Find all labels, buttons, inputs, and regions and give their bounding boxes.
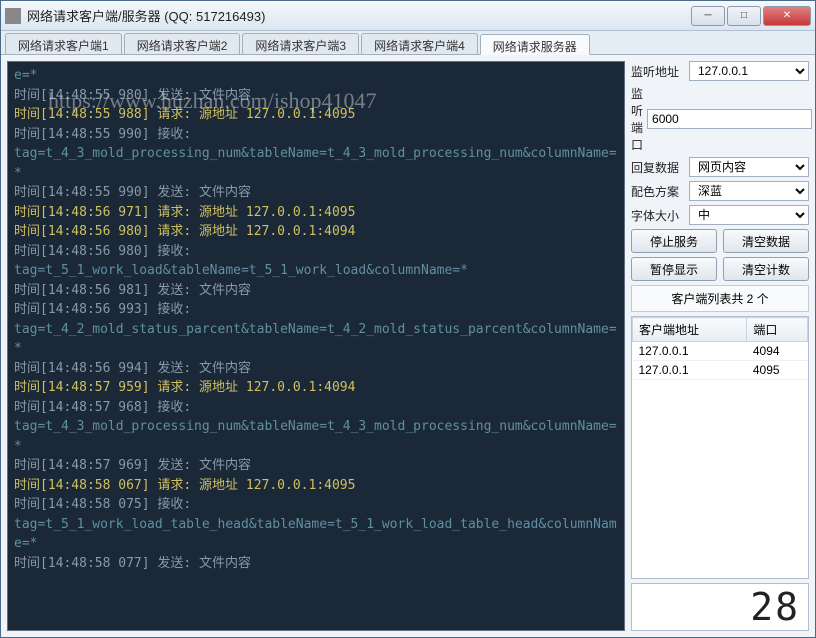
log-line: 时间[14:48:57 968] 接收: <box>14 398 618 418</box>
minimize-button[interactable]: ─ <box>691 6 725 26</box>
listen-addr-label: 监听地址 <box>631 63 685 80</box>
log-line: 时间[14:48:56 980] 请求: 源地址 127.0.0.1:4094 <box>14 222 618 242</box>
app-icon <box>5 8 21 24</box>
log-line: 时间[14:48:56 980] 接收: <box>14 242 618 262</box>
clear-data-button[interactable]: 清空数据 <box>723 229 809 253</box>
cell-addr: 127.0.0.1 <box>633 361 747 380</box>
log-line: tag=t_4_2_mold_status_parcent&tableName=… <box>14 320 618 359</box>
cell-addr: 127.0.0.1 <box>633 342 747 361</box>
log-line: 时间[14:48:58 077] 发送: 文件内容 <box>14 554 618 574</box>
clear-count-button[interactable]: 清空计数 <box>723 257 809 281</box>
log-line: 时间[14:48:55 990] 接收: <box>14 125 618 145</box>
table-row[interactable]: 127.0.0.14094 <box>633 342 808 361</box>
pause-display-button[interactable]: 暂停显示 <box>631 257 717 281</box>
col-client-port[interactable]: 端口 <box>747 318 808 342</box>
listen-addr-select[interactable]: 127.0.0.1 <box>689 61 809 81</box>
maximize-button[interactable]: □ <box>727 6 761 26</box>
tab-4[interactable]: 网络请求服务器 <box>480 34 590 55</box>
log-panel[interactable]: https://www.huzhan.com/ishop41047 e=*时间[… <box>7 61 625 631</box>
font-size-select[interactable]: 中 <box>689 205 809 225</box>
client-table[interactable]: 客户端地址 端口 127.0.0.14094127.0.0.14095 <box>631 316 809 579</box>
tab-3[interactable]: 网络请求客户端4 <box>361 33 478 54</box>
tabbar: 网络请求客户端1网络请求客户端2网络请求客户端3网络请求客户端4网络请求服务器 <box>1 31 815 55</box>
window-title: 网络请求客户端/服务器 (QQ: 517216493) <box>27 6 691 25</box>
stop-service-button[interactable]: 停止服务 <box>631 229 717 253</box>
log-line: 时间[14:48:58 067] 请求: 源地址 127.0.0.1:4095 <box>14 476 618 496</box>
log-line: 时间[14:48:55 988] 请求: 源地址 127.0.0.1:4095 <box>14 105 618 125</box>
tab-1[interactable]: 网络请求客户端2 <box>124 33 241 54</box>
window-controls: ─ □ ✕ <box>691 6 811 26</box>
reply-data-select[interactable]: 网页内容 <box>689 157 809 177</box>
app-window: 网络请求客户端/服务器 (QQ: 517216493) ─ □ ✕ 网络请求客户… <box>0 0 816 638</box>
log-line: 时间[14:48:55 990] 发送: 文件内容 <box>14 183 618 203</box>
log-line: 时间[14:48:56 981] 发送: 文件内容 <box>14 281 618 301</box>
log-line: 时间[14:48:55 980] 发送: 文件内容 <box>14 86 618 106</box>
side-panel: 监听地址 127.0.0.1 监听端口 回复数据 网页内容 配色方案 深蓝 <box>631 61 809 631</box>
close-button[interactable]: ✕ <box>763 6 811 26</box>
color-scheme-select[interactable]: 深蓝 <box>689 181 809 201</box>
col-client-addr[interactable]: 客户端地址 <box>633 318 747 342</box>
tab-2[interactable]: 网络请求客户端3 <box>242 33 359 54</box>
log-line: tag=t_5_1_work_load&tableName=t_5_1_work… <box>14 261 618 281</box>
reply-data-label: 回复数据 <box>631 159 685 176</box>
content-area: https://www.huzhan.com/ishop41047 e=*时间[… <box>1 55 815 637</box>
log-line: 时间[14:48:57 969] 发送: 文件内容 <box>14 456 618 476</box>
log-line: 时间[14:48:58 075] 接收: <box>14 495 618 515</box>
cell-port: 4095 <box>747 361 808 380</box>
log-line: tag=t_4_3_mold_processing_num&tableName=… <box>14 417 618 456</box>
table-row[interactable]: 127.0.0.14095 <box>633 361 808 380</box>
log-line: tag=t_5_1_work_load_table_head&tableName… <box>14 515 618 554</box>
titlebar[interactable]: 网络请求客户端/服务器 (QQ: 517216493) ─ □ ✕ <box>1 1 815 31</box>
log-line: 时间[14:48:56 994] 发送: 文件内容 <box>14 359 618 379</box>
log-line: tag=t_4_3_mold_processing_num&tableName=… <box>14 144 618 183</box>
log-line: 时间[14:48:56 971] 请求: 源地址 127.0.0.1:4095 <box>14 203 618 223</box>
log-line: 时间[14:48:56 993] 接收: <box>14 300 618 320</box>
listen-port-input[interactable] <box>647 109 812 129</box>
cell-port: 4094 <box>747 342 808 361</box>
log-line: e=* <box>14 66 618 86</box>
tab-0[interactable]: 网络请求客户端1 <box>5 33 122 54</box>
color-scheme-label: 配色方案 <box>631 183 685 200</box>
listen-port-label: 监听端口 <box>631 85 643 153</box>
client-count-label: 客户端列表共 2 个 <box>631 285 809 312</box>
log-line: 时间[14:48:57 959] 请求: 源地址 127.0.0.1:4094 <box>14 378 618 398</box>
counter-display: 28 <box>631 583 809 631</box>
font-size-label: 字体大小 <box>631 207 685 224</box>
